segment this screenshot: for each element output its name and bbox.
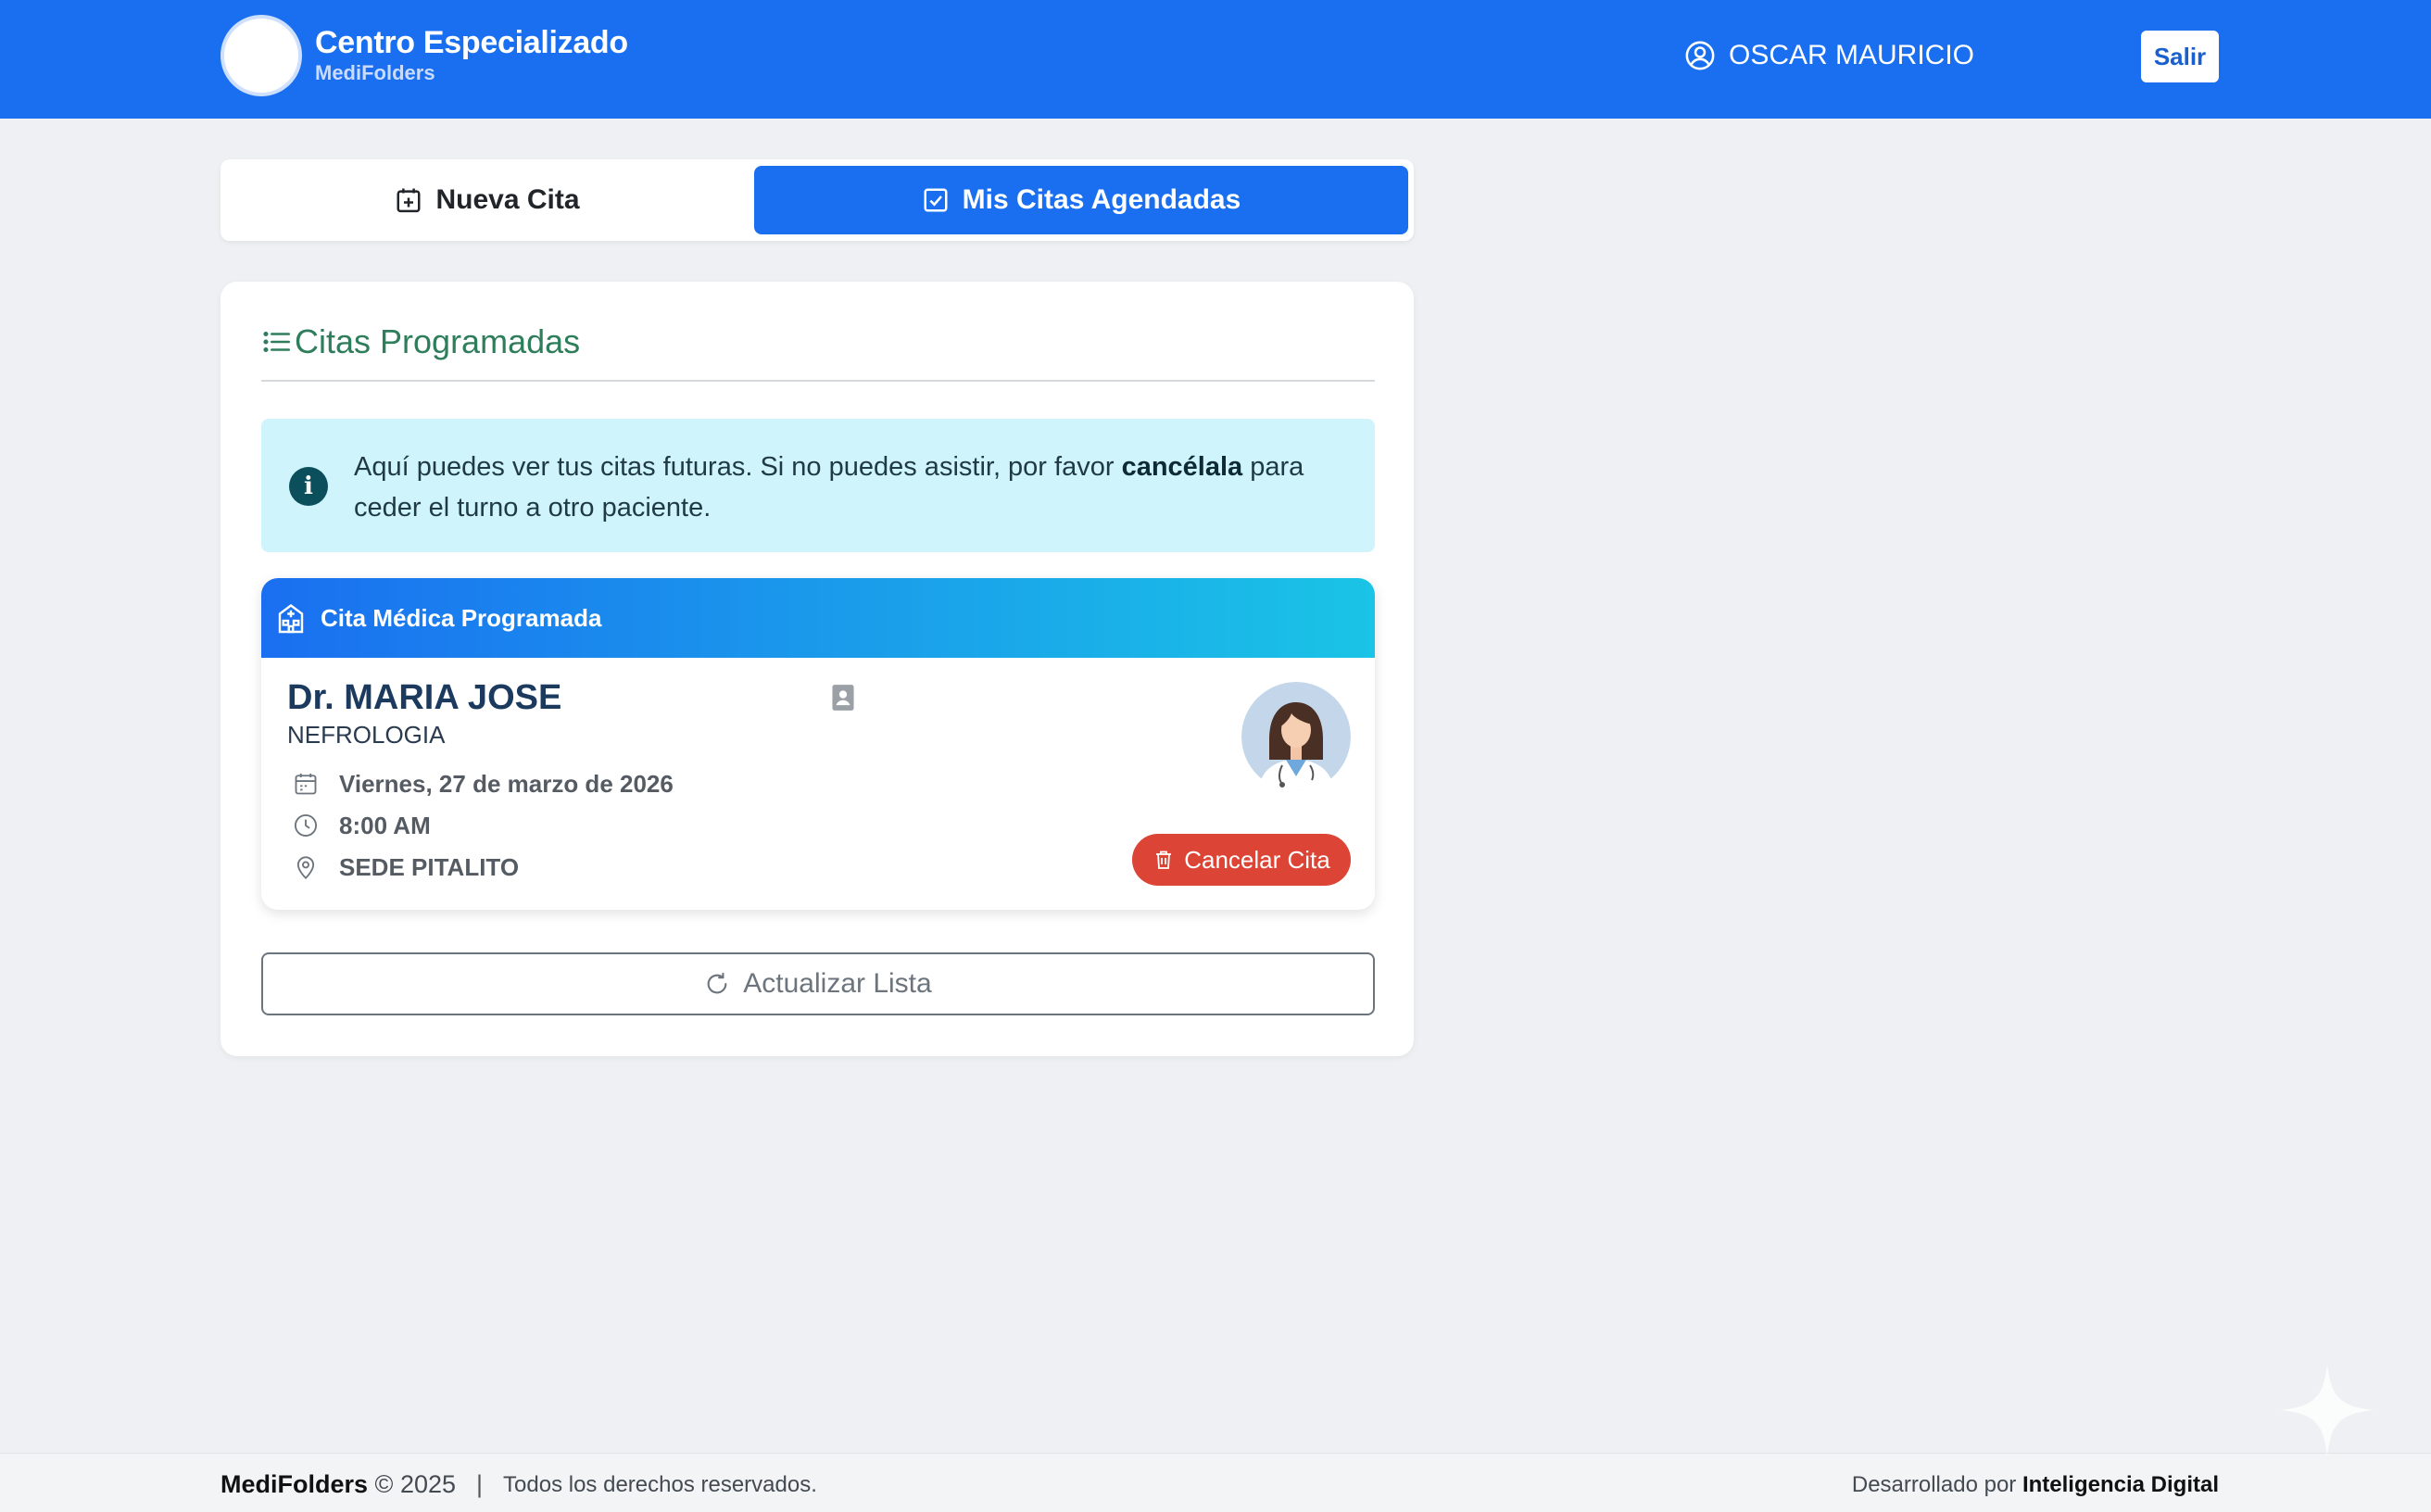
- user-info: OSCAR MAURICIO: [1684, 35, 1974, 76]
- footer-developer-name: Inteligencia Digital: [2022, 1472, 2219, 1497]
- appointment-location: SEDE PITALITO: [339, 852, 520, 881]
- cancel-appointment-button[interactable]: Cancelar Cita: [1132, 834, 1351, 886]
- contact-card-icon: [832, 685, 854, 711]
- alert-text-start: Aquí puedes ver tus citas futuras. Si no…: [354, 452, 1122, 482]
- cancel-appointment-label: Cancelar Cita: [1184, 845, 1330, 874]
- logout-button[interactable]: Salir: [2141, 31, 2219, 82]
- appointment-time: 8:00 AM: [339, 811, 431, 839]
- refresh-icon: [707, 972, 727, 994]
- check-square-icon: [924, 188, 948, 212]
- doctor-name: Dr. MARIA JOSE: [287, 678, 562, 717]
- appointments-panel: Citas Programadas i Aquí puedes ver tus …: [220, 282, 1414, 1056]
- calendar-plus-icon: [397, 188, 421, 213]
- appointment-card-title: Cita Médica Programada: [321, 603, 602, 632]
- tab-mis-citas[interactable]: Mis Citas Agendadas: [754, 166, 1408, 234]
- hospital-icon: [278, 604, 304, 634]
- refresh-list-label: Actualizar Lista: [743, 968, 932, 999]
- doctor-avatar: [1241, 682, 1351, 791]
- brand-subtitle: MediFolders: [315, 61, 435, 84]
- appointment-card-header: Cita Médica Programada: [261, 578, 1375, 658]
- appointment-card: Cita Médica Programada Dr. MARIA JOSE NE…: [261, 578, 1375, 910]
- sparkle-icon: [2281, 1364, 2374, 1456]
- appointment-date: Viernes, 27 de marzo de 2026: [339, 769, 674, 798]
- user-circle-icon: [1685, 41, 1715, 70]
- map-pin-icon: [296, 856, 315, 879]
- appointment-location-row: SEDE PITALITO: [293, 850, 519, 884]
- tab-nueva-cita[interactable]: Nueva Cita: [220, 166, 754, 234]
- info-icon: i: [289, 467, 328, 506]
- tab-label: Mis Citas Agendadas: [962, 184, 1241, 215]
- appointment-date-row: Viernes, 27 de marzo de 2026: [293, 767, 674, 800]
- alert-text-bold: cancélala: [1121, 452, 1243, 482]
- brand-logo: [220, 15, 302, 96]
- panel-title: Citas Programadas: [261, 322, 1375, 382]
- brand-title: Centro Especializado: [315, 25, 628, 60]
- info-alert: i Aquí puedes ver tus citas futuras. Si …: [261, 419, 1375, 552]
- calendar-icon: [295, 773, 317, 795]
- brand: Centro Especializado MediFolders: [315, 24, 628, 85]
- appointment-time-row: 8:00 AM: [293, 809, 431, 842]
- footer-year: © 2025: [374, 1470, 457, 1498]
- info-alert-text: Aquí puedes ver tus citas futuras. Si no…: [354, 447, 1354, 528]
- user-name: OSCAR MAURICIO: [1729, 40, 1975, 70]
- footer-brand: MediFolders: [220, 1470, 369, 1498]
- top-navbar: Centro Especializado MediFolders OSCAR M…: [0, 0, 2431, 119]
- tab-label: Nueva Cita: [435, 184, 580, 215]
- refresh-list-button[interactable]: Actualizar Lista: [261, 952, 1375, 1015]
- footer-rights: Todos los derechos reservados.: [503, 1471, 817, 1497]
- footer-copyright: MediFolders © 2025 | Todos los derechos …: [220, 1470, 817, 1499]
- footer-developed-prefix: Desarrollado por: [1851, 1472, 2022, 1497]
- tab-bar: Nueva Cita Mis Citas Agendadas: [220, 159, 1414, 241]
- footer: MediFolders © 2025 | Todos los derechos …: [0, 1453, 2431, 1512]
- list-icon: [263, 331, 291, 353]
- footer-developer: Desarrollado por Inteligencia Digital: [1852, 1472, 2219, 1498]
- doctor-specialty: NEFROLOGIA: [287, 721, 446, 749]
- clock-icon: [294, 813, 318, 838]
- trash-icon: [1156, 850, 1172, 869]
- panel-title-text: Citas Programadas: [295, 322, 581, 360]
- footer-separator: |: [476, 1470, 484, 1498]
- doctor-avatar-image: [1241, 682, 1351, 791]
